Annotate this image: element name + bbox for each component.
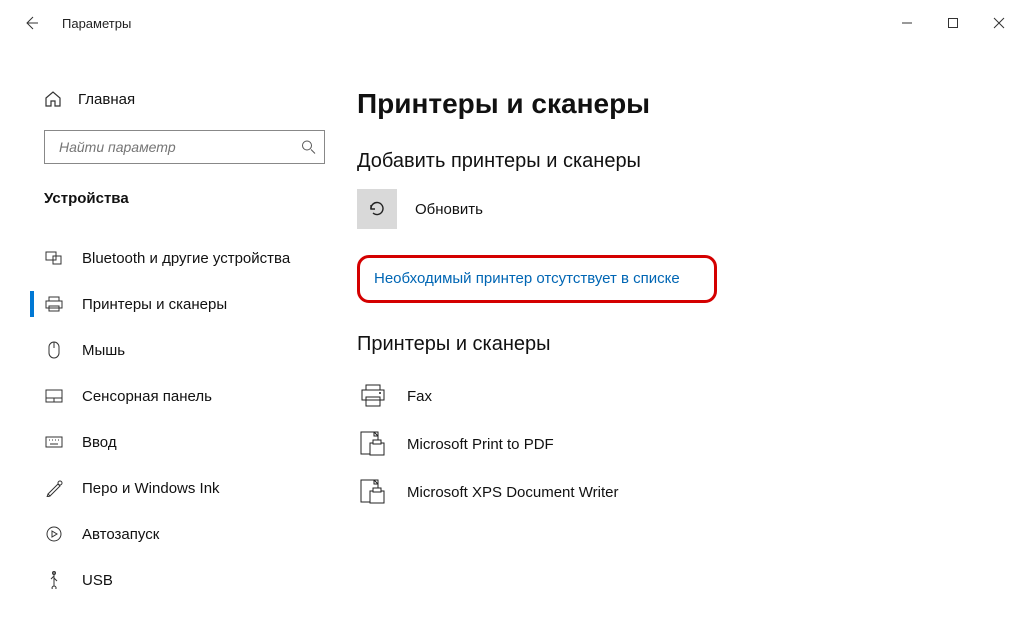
usb-icon: [44, 571, 64, 589]
refresh-row: Обновить: [357, 189, 992, 229]
printer-list: Fax Microsoft Print to PDF Microsoft XPS…: [357, 372, 992, 516]
printer-name: Microsoft Print to PDF: [407, 436, 554, 453]
add-section-title: Добавить принтеры и сканеры: [357, 150, 992, 173]
printer-icon: [44, 296, 64, 312]
home-link[interactable]: Главная: [0, 78, 335, 120]
printer-name: Fax: [407, 388, 432, 405]
section-title: Устройства: [0, 164, 335, 217]
nav-list: Bluetooth и другие устройства Принтеры и…: [0, 235, 335, 603]
fax-icon: [357, 384, 389, 408]
close-icon: [993, 17, 1005, 29]
maximize-icon: [947, 17, 959, 29]
home-icon: [44, 90, 62, 108]
nav-label: Ввод: [82, 434, 117, 451]
nav-label: Bluetooth и другие устройства: [82, 250, 290, 267]
maximize-button[interactable]: [930, 0, 976, 46]
home-label: Главная: [78, 91, 135, 108]
minimize-icon: [901, 17, 913, 29]
minimize-button[interactable]: [884, 0, 930, 46]
main-content: Принтеры и сканеры Добавить принтеры и с…: [335, 46, 1022, 638]
nav-label: Сенсорная панель: [82, 388, 212, 405]
nav-bluetooth[interactable]: Bluetooth и другие устройства: [0, 235, 335, 281]
settings-window: Параметры Главная: [0, 0, 1022, 638]
pen-icon: [44, 479, 64, 497]
titlebar: Параметры: [0, 0, 1022, 46]
nav-label: Перо и Windows Ink: [82, 480, 220, 497]
missing-printer-link[interactable]: Необходимый принтер отсутствует в списке: [374, 270, 680, 287]
nav-label: Мышь: [82, 342, 125, 359]
keyboard-icon: [44, 436, 64, 448]
touchpad-icon: [44, 389, 64, 403]
nav-mouse[interactable]: Мышь: [0, 327, 335, 373]
print-to-pdf-icon: [357, 431, 389, 457]
refresh-button[interactable]: [357, 189, 397, 229]
printer-item-xps[interactable]: Microsoft XPS Document Writer: [357, 468, 992, 516]
autoplay-icon: [44, 525, 64, 543]
highlight-box: Необходимый принтер отсутствует в списке: [357, 255, 717, 303]
back-button[interactable]: [14, 6, 48, 40]
page-title: Принтеры и сканеры: [357, 88, 992, 120]
xps-writer-icon: [357, 479, 389, 505]
printer-item-fax[interactable]: Fax: [357, 372, 992, 420]
refresh-label: Обновить: [415, 201, 483, 218]
mouse-icon: [44, 341, 64, 359]
printer-name: Microsoft XPS Document Writer: [407, 484, 618, 501]
nav-typing[interactable]: Ввод: [0, 419, 335, 465]
window-controls: [884, 0, 1022, 46]
nav-label: USB: [82, 572, 113, 589]
search-input[interactable]: [57, 138, 290, 156]
nav-printers[interactable]: Принтеры и сканеры: [0, 281, 335, 327]
nav-label: Автозапуск: [82, 526, 159, 543]
sidebar: Главная Устройства Bluetooth и другие ус…: [0, 46, 335, 638]
printers-section-title: Принтеры и сканеры: [357, 333, 992, 356]
nav-touchpad[interactable]: Сенсорная панель: [0, 373, 335, 419]
search-box[interactable]: [44, 130, 325, 164]
close-button[interactable]: [976, 0, 1022, 46]
nav-pen[interactable]: Перо и Windows Ink: [0, 465, 335, 511]
nav-usb[interactable]: USB: [0, 557, 335, 603]
nav-label: Принтеры и сканеры: [82, 296, 227, 313]
refresh-icon: [367, 199, 387, 219]
devices-icon: [44, 251, 64, 265]
app-title: Параметры: [62, 16, 131, 31]
printer-item-pdf[interactable]: Microsoft Print to PDF: [357, 420, 992, 468]
nav-autoplay[interactable]: Автозапуск: [0, 511, 335, 557]
search-icon: [301, 140, 316, 155]
